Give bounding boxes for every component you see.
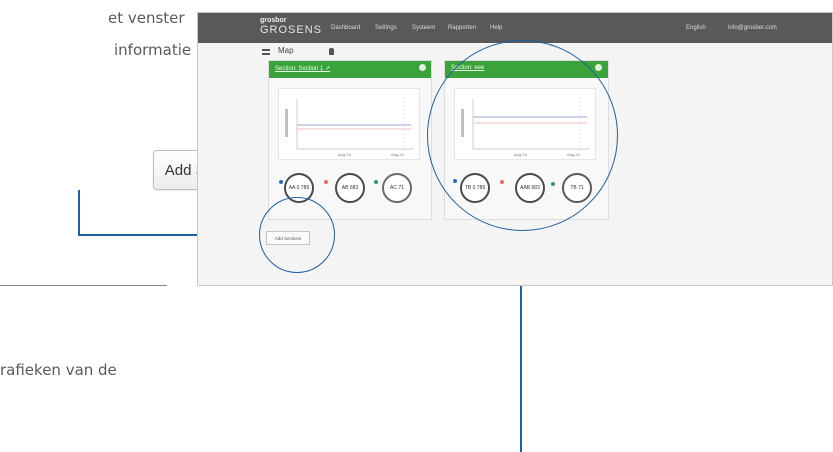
gauge-value: AB 683 xyxy=(341,185,359,191)
highlight-circle xyxy=(427,40,618,231)
status-dot xyxy=(324,180,328,184)
doc-text-line: informatie xyxy=(114,41,192,59)
callout-connector xyxy=(78,190,80,235)
nav-item-settings[interactable]: Settings xyxy=(375,25,397,31)
gear-icon[interactable] xyxy=(419,64,426,71)
app-top-bar: grosbor GROSENS Dashboard Settings Syste… xyxy=(198,13,832,43)
highlight-circle xyxy=(259,197,335,273)
language-selector[interactable]: English xyxy=(686,25,706,31)
menu-icon[interactable] xyxy=(262,49,270,55)
nav-item-system[interactable]: Systeem xyxy=(412,25,435,31)
sensor-chart: Aug 23 Aug 24 xyxy=(278,88,420,160)
line-chart xyxy=(285,97,414,151)
panel-title[interactable]: Section: Section 1 ↗ xyxy=(275,65,330,72)
x-tick-label: Aug 24 xyxy=(391,152,404,157)
logo: grosbor xyxy=(260,17,287,24)
section-panel: Section: Section 1 ↗ Aug 23 Aug 24 AA 0.… xyxy=(268,60,432,220)
doc-text-line: rafieken van de xyxy=(0,361,117,379)
map-toggle[interactable]: Map xyxy=(278,46,294,55)
user-menu[interactable]: info@grosber.com xyxy=(728,25,777,31)
x-tick-label: Aug 23 xyxy=(338,152,351,157)
status-dot xyxy=(279,180,283,184)
sensor-gauge[interactable]: AB 683 xyxy=(335,173,365,203)
status-dot xyxy=(374,180,378,184)
nav-item-reports[interactable]: Rapporten xyxy=(448,25,476,31)
sensor-gauge[interactable]: AC 71 xyxy=(382,173,412,203)
nav-item-dashboard[interactable]: Dashboard xyxy=(331,25,360,31)
nav-item-help[interactable]: Help xyxy=(490,25,502,31)
gauge-value: AC 71 xyxy=(390,185,404,191)
divider xyxy=(0,285,167,286)
gauge-value: AA 0.789 xyxy=(288,185,310,191)
pin-icon[interactable] xyxy=(329,48,334,55)
panel-header: Section: Section 1 ↗ xyxy=(269,61,431,78)
logo: GROSENS xyxy=(260,24,323,36)
doc-text-line: et venster xyxy=(108,9,185,27)
gear-icon[interactable] xyxy=(595,64,602,71)
